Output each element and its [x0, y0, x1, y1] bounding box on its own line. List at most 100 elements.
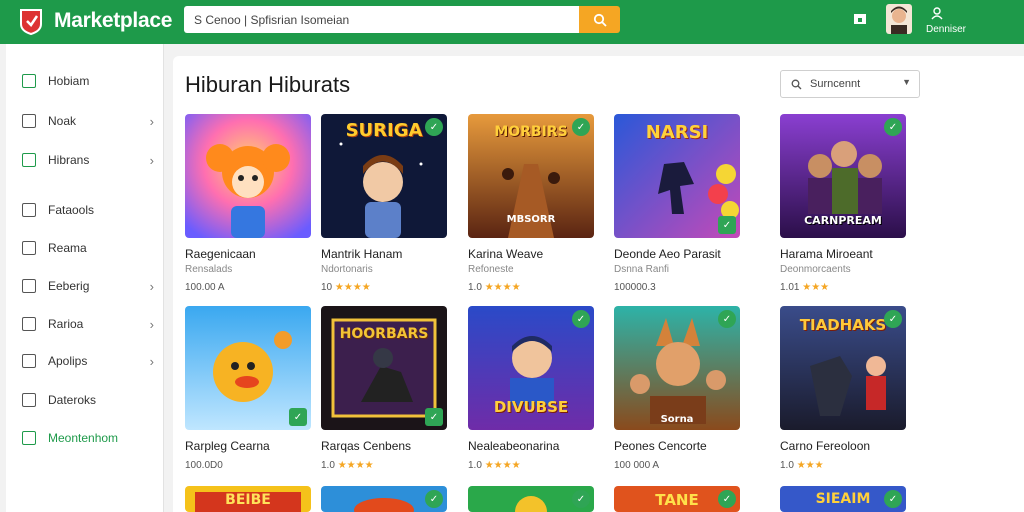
- game-thumbnail[interactable]: DIVUBSE ✓: [468, 306, 594, 430]
- game-thumbnail[interactable]: SIEAIM ✓: [780, 486, 906, 512]
- game-card[interactable]: TIADHAKS ✓ Carno Fereoloon 1.0 ★★★: [780, 306, 906, 471]
- verified-badge-icon: ✓: [572, 310, 590, 328]
- search-input[interactable]: S Cenoo | Spfisrian Isomeian: [184, 6, 580, 33]
- game-card[interactable]: Raegenicaan Rensalads 100.00 A: [185, 114, 311, 293]
- game-thumbnail[interactable]: MORBIRS MBSORR ✓: [468, 114, 594, 238]
- game-card[interactable]: HOORBARS ✓ Rarqas Cenbens 1.0 ★★★★: [321, 306, 447, 471]
- game-thumbnail[interactable]: BEIBE: [185, 486, 311, 512]
- game-thumbnail[interactable]: TIADHAKS ✓: [780, 306, 906, 430]
- game-card[interactable]: BEIBE: [185, 486, 311, 512]
- game-thumbnail[interactable]: HOORBARS ✓: [321, 306, 447, 430]
- circle-box-icon: [22, 354, 36, 368]
- card-title: Rarqas Cenbens: [321, 439, 412, 453]
- game-card[interactable]: ✓ Rarpleg Cearna 100.0D0: [185, 306, 311, 471]
- marketplace-logo-icon[interactable]: [18, 7, 44, 35]
- card-title: Mantrik Hanam: [321, 247, 403, 261]
- sidebar-item-eeberig[interactable]: Eeberig ›: [22, 276, 154, 296]
- game-card[interactable]: Sorna ✓ Peones Cencorte 100 000 A: [614, 306, 740, 471]
- game-thumbnail[interactable]: ✓: [468, 486, 594, 512]
- card-title: Raegenicaan: [185, 247, 256, 261]
- game-card[interactable]: DIVUBSE ✓ Nealeabeonarina 1.0 ★★★★: [468, 306, 594, 471]
- card-title: Harama Miroeant: [780, 247, 873, 261]
- card-price: 100000.3: [614, 282, 656, 293]
- card-title: Rarpleg Cearna: [185, 439, 270, 453]
- verified-badge-icon: ✓: [572, 118, 590, 136]
- sidebar-item-label: Apolips: [48, 354, 88, 368]
- card-subtitle: Dsnna Ranfi: [614, 264, 670, 275]
- game-art-subtitle: MBSORR: [506, 214, 556, 225]
- card-price: 10: [321, 282, 333, 293]
- brand-name[interactable]: Marketplace: [54, 9, 172, 33]
- chevron-right-icon: ›: [149, 353, 154, 369]
- game-thumbnail[interactable]: SURIGA ✓: [321, 114, 447, 238]
- avatar[interactable]: [886, 4, 912, 34]
- card-subtitle: Ndortonaris: [321, 264, 373, 275]
- tools-icon: [22, 203, 36, 217]
- card-title: Karina Weave: [468, 247, 544, 261]
- sort-dropdown[interactable]: Surncennt ▼: [780, 70, 920, 98]
- game-thumbnail[interactable]: TANE ✓: [614, 486, 740, 512]
- game-art-title: DIVUBSE: [493, 398, 569, 416]
- search-input-value: S Cenoo | Spfisrian Isomeian: [194, 12, 350, 27]
- sidebar-item-dateroks[interactable]: Dateroks: [22, 390, 154, 410]
- user-label[interactable]: Denniser: [924, 24, 968, 35]
- game-card[interactable]: MORBIRS MBSORR ✓ Karina Weave Refoneste …: [468, 114, 594, 293]
- sidebar-item-label: Noak: [48, 114, 77, 128]
- sidebar-item-apolips[interactable]: Apolips ›: [22, 351, 154, 371]
- sidebar: Hobiam Noak › Hibrans › Fataools Reama E…: [6, 44, 164, 512]
- sidebar-item-hobiam[interactable]: Hobiam: [22, 71, 154, 91]
- card-price: 100.00 A: [185, 282, 225, 293]
- verified-badge-icon: ✓: [425, 490, 443, 508]
- game-card[interactable]: ✓: [321, 486, 447, 512]
- game-thumbnail[interactable]: Sorna ✓: [614, 306, 740, 430]
- card-title: Nealeabeonarina: [468, 439, 560, 453]
- box-icon: [22, 393, 36, 407]
- sidebar-item-rarioa[interactable]: Rarioa ›: [22, 314, 154, 334]
- game-card[interactable]: TANE ✓: [614, 486, 740, 512]
- card-title: Carno Fereoloon: [780, 439, 871, 453]
- sidebar-item-reama[interactable]: Reama: [22, 238, 154, 258]
- sidebar-item-meontenhom[interactable]: Meontenhom: [22, 428, 154, 448]
- card-price: 1.0: [780, 460, 794, 471]
- card-subtitle: Rensalads: [185, 264, 233, 275]
- sidebar-item-label: Hibrans: [48, 153, 90, 167]
- store-icon[interactable]: [852, 10, 868, 26]
- verified-badge-icon: ✓: [718, 310, 736, 328]
- sidebar-item-label: Meontenhom: [48, 431, 119, 445]
- top-bar: Marketplace S Cenoo | Spfisrian Isomeian…: [0, 0, 1024, 44]
- verified-badge-icon: ✓: [289, 408, 307, 426]
- game-card[interactable]: SURIGA ✓ Mantrik Hanam Ndortonaris 10 ★★…: [321, 114, 447, 293]
- game-thumbnail[interactable]: NARSI ✓: [614, 114, 740, 238]
- list-icon: [22, 431, 36, 445]
- tag-icon: [22, 279, 36, 293]
- sidebar-item-hibrans[interactable]: Hibrans ›: [22, 150, 154, 170]
- game-thumbnail[interactable]: CARNPREAM ✓: [780, 114, 906, 238]
- rating-stars: ★★★: [802, 282, 830, 293]
- game-card[interactable]: NARSI ✓ Deonde Aeo Parasit Dsnna Ranfi 1…: [614, 114, 740, 293]
- game-card[interactable]: ✓: [468, 486, 594, 512]
- rating-stars: ★★★: [796, 460, 824, 471]
- main-panel: Hiburan Hiburats Surncennt ▼ Raegenicaan…: [173, 56, 1024, 512]
- verified-badge-icon: ✓: [884, 490, 902, 508]
- verified-badge-icon: ✓: [572, 490, 590, 508]
- sidebar-item-label: Rarioa: [48, 317, 84, 331]
- game-card[interactable]: SIEAIM ✓: [780, 486, 906, 512]
- sidebar-item-label: Eeberig: [48, 279, 90, 293]
- search-icon: [593, 13, 607, 27]
- game-thumbnail[interactable]: ✓: [185, 306, 311, 430]
- chevron-right-icon: ›: [149, 278, 154, 294]
- rating-stars: ★★★★: [484, 460, 521, 471]
- sidebar-item-fataools[interactable]: Fataools: [22, 200, 154, 220]
- sidebar-item-noak[interactable]: Noak ›: [22, 111, 154, 131]
- game-thumbnail[interactable]: [185, 114, 311, 238]
- game-art-title: CARNPREAM: [804, 214, 882, 227]
- search-button[interactable]: [579, 6, 620, 33]
- card-price: 100 000 A: [614, 460, 660, 471]
- card-subtitle: Deonmorcaents: [780, 264, 851, 275]
- game-thumbnail[interactable]: ✓: [321, 486, 447, 512]
- chevron-right-icon: ›: [149, 316, 154, 332]
- card-price: 1.0: [321, 460, 335, 471]
- game-card[interactable]: CARNPREAM ✓ Harama Miroeant Deonmorcaent…: [780, 114, 906, 293]
- verified-badge-icon: ✓: [425, 118, 443, 136]
- user-icon[interactable]: [930, 6, 944, 20]
